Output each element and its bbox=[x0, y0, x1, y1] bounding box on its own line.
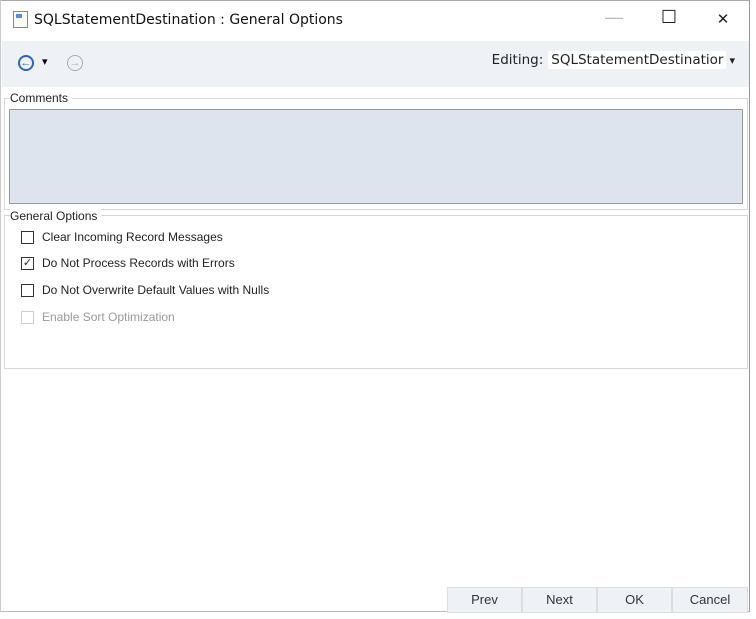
toolbar: ← ▾ → Editing: SQLStatementDestinatior ▾ bbox=[2, 41, 749, 87]
maximize-button[interactable]: ☐ bbox=[646, 7, 692, 28]
editing-selector[interactable]: Editing: SQLStatementDestinatior ▾ bbox=[492, 51, 735, 69]
minimize-button[interactable]: — bbox=[591, 7, 637, 28]
general-options-label: General Options bbox=[10, 209, 102, 223]
prev-button[interactable]: Prev bbox=[447, 587, 522, 613]
dialog-window: SQLStatementDestination : General Option… bbox=[0, 0, 750, 613]
comments-label: Comments bbox=[10, 91, 73, 105]
back-button[interactable]: ← bbox=[18, 55, 34, 71]
history-dropdown-icon[interactable]: ▾ bbox=[42, 55, 48, 68]
forward-button[interactable]: → bbox=[67, 55, 83, 71]
checkbox[interactable] bbox=[21, 283, 34, 297]
editing-value[interactable]: SQLStatementDestinatior bbox=[548, 51, 727, 69]
checkbox-label: Clear Incoming Record Messages bbox=[42, 230, 223, 244]
cancel-button[interactable]: Cancel bbox=[672, 587, 748, 613]
checkbox-checked[interactable]: ✓ bbox=[21, 256, 34, 270]
document-icon bbox=[13, 11, 28, 28]
checkbox-do-not-process-records-with-errors[interactable]: ✓ Do Not Process Records with Errors bbox=[21, 256, 235, 270]
checkbox-disabled bbox=[21, 310, 34, 324]
checkbox-label: Do Not Overwrite Default Values with Nul… bbox=[42, 283, 270, 297]
checkbox-do-not-overwrite-defaults[interactable]: Do Not Overwrite Default Values with Nul… bbox=[21, 283, 269, 297]
chevron-down-icon[interactable]: ▾ bbox=[729, 54, 735, 67]
checkbox-enable-sort-optimization: Enable Sort Optimization bbox=[21, 310, 175, 324]
close-button[interactable]: ✕ bbox=[700, 10, 746, 28]
checkbox-label: Do Not Process Records with Errors bbox=[42, 256, 235, 270]
title-bar: SQLStatementDestination : General Option… bbox=[13, 11, 343, 28]
checkbox-label: Enable Sort Optimization bbox=[42, 310, 175, 324]
checkbox[interactable] bbox=[21, 230, 34, 244]
comments-input[interactable] bbox=[9, 109, 743, 204]
editing-label: Editing: bbox=[491, 52, 544, 68]
next-button[interactable]: Next bbox=[522, 587, 597, 613]
checkbox-clear-incoming-record-messages[interactable]: Clear Incoming Record Messages bbox=[21, 230, 223, 244]
ok-button[interactable]: OK bbox=[597, 587, 672, 613]
window-title: SQLStatementDestination : General Option… bbox=[34, 11, 343, 28]
